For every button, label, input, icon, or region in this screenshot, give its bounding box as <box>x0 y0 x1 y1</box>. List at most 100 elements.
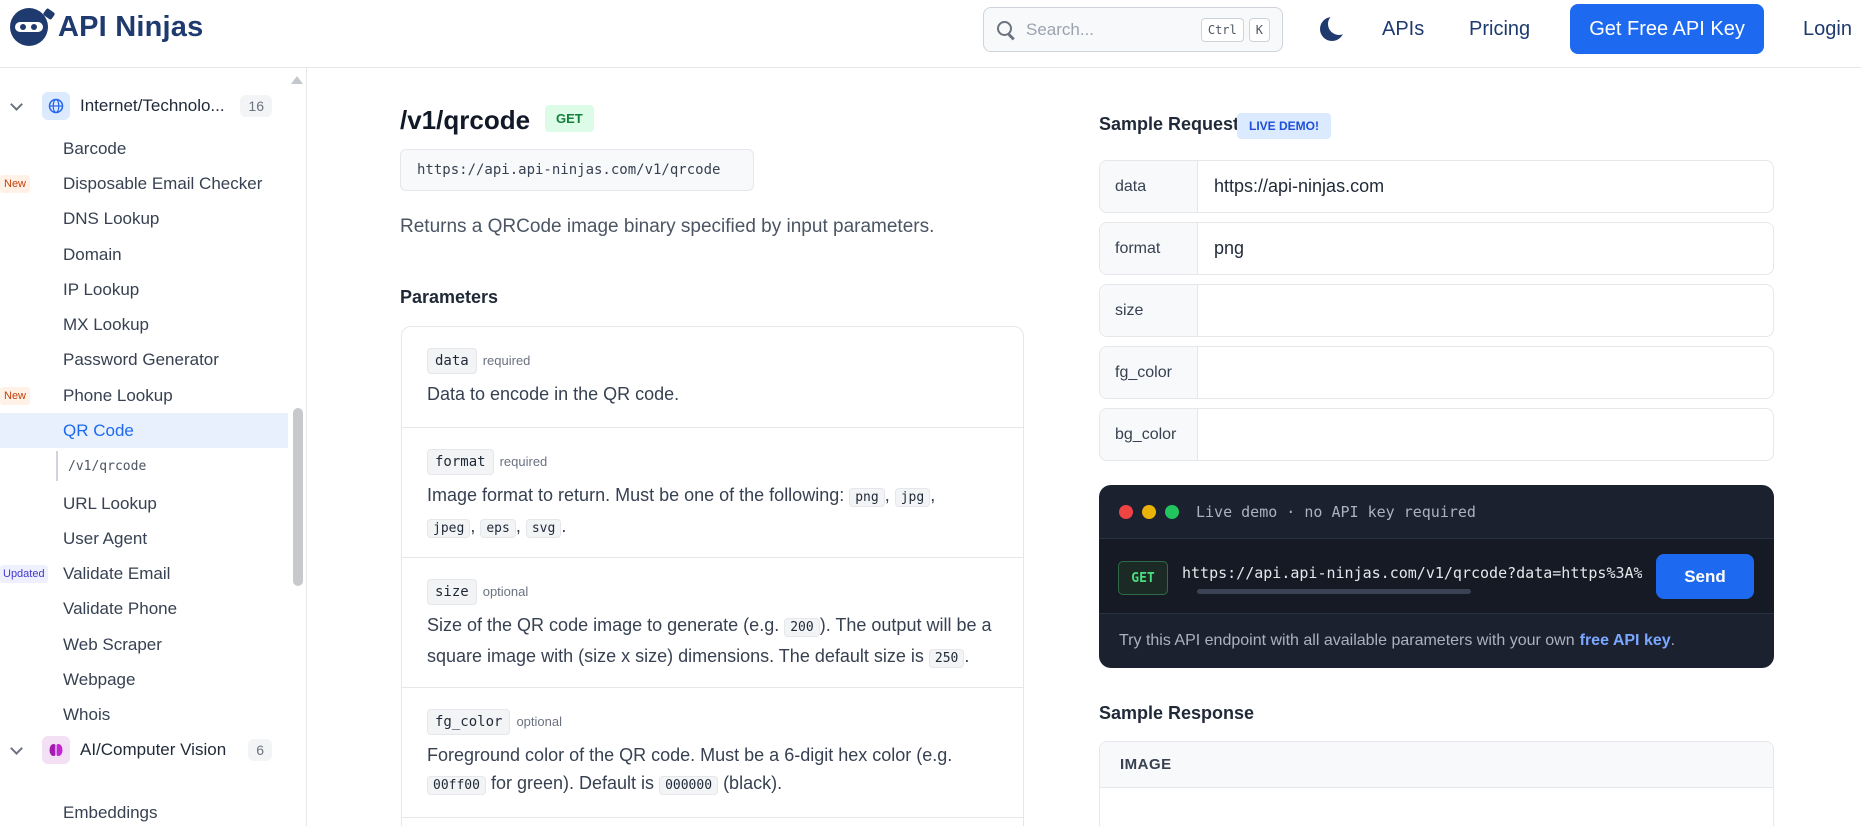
param-data: data required Data to encode in the QR co… <box>402 327 1023 428</box>
code-eps: eps <box>480 519 516 538</box>
chevron-down-icon <box>10 744 22 756</box>
field-bg-color-input[interactable] <box>1198 409 1773 460</box>
sidebar-item-domain[interactable]: Domain <box>0 240 288 270</box>
sidebar-item-barcode[interactable]: Barcode <box>0 134 288 164</box>
sidebar-item-embeddings[interactable]: Embeddings <box>0 798 288 826</box>
demo-method-badge: GET <box>1118 561 1168 595</box>
login-link[interactable]: Login <box>1803 18 1852 41</box>
parameters-heading: Parameters <box>400 287 499 307</box>
sidebar-item-label: DNS Lookup <box>63 209 160 228</box>
param-requirement: optional <box>516 714 562 729</box>
param-name: size <box>427 579 477 605</box>
field-fg-color[interactable]: fg_color <box>1099 346 1774 399</box>
sidebar-item-user-agent[interactable]: User Agent <box>0 524 288 554</box>
demo-titlebar: Live demo · no API key required <box>1099 485 1774 539</box>
live-demo-panel: Live demo · no API key required GET http… <box>1099 485 1774 668</box>
new-badge: New <box>0 387 31 405</box>
demo-hint-text: Try this API endpoint with all available… <box>1119 632 1575 649</box>
nav-pricing[interactable]: Pricing <box>1469 18 1530 41</box>
param-desc-text: (black). <box>723 773 783 793</box>
dark-mode-toggle-icon[interactable] <box>1320 13 1350 41</box>
code-size-default: 250 <box>928 649 965 668</box>
sidebar-item-validate-email[interactable]: Updated Validate Email <box>0 559 288 589</box>
sidebar-scrollbar[interactable] <box>293 408 303 586</box>
sidebar-item-label: IP Lookup <box>63 280 140 299</box>
param-desc-text: . <box>964 646 970 666</box>
sidebar-item-label: Webpage <box>63 670 136 689</box>
sidebar-item-dns-lookup[interactable]: DNS Lookup <box>0 204 288 234</box>
sidebar-item-label: Domain <box>63 245 122 264</box>
param-desc-text: ). The output will be a <box>819 615 992 635</box>
demo-request-row: GET https://api.api-ninjas.com/v1/qrcode… <box>1099 539 1774 614</box>
sidebar-item-label: User Agent <box>63 529 148 548</box>
sidebar-subitem-qrcode-endpoint[interactable]: /v1/qrcode <box>56 451 288 481</box>
sidebar-item-phone-lookup[interactable]: New Phone Lookup <box>0 381 288 411</box>
category-ai-computer-vision[interactable]: AI/Computer Vision 6 <box>0 732 290 768</box>
shortcut-k: K <box>1248 17 1270 42</box>
param-name: data <box>427 348 477 374</box>
demo-url-scrollbar[interactable] <box>1197 589 1471 594</box>
sidebar-item-mx-lookup[interactable]: MX Lookup <box>0 310 288 340</box>
category-label: AI/Computer Vision <box>80 740 227 759</box>
logo[interactable]: API Ninjas <box>10 7 204 46</box>
sidebar-item-whois[interactable]: Whois <box>0 700 288 730</box>
param-desc-text: Image format to return. Must be one of t… <box>427 485 845 505</box>
field-data-input[interactable]: https://api-ninjas.com <box>1198 161 1773 212</box>
field-format-input[interactable]: png <box>1198 223 1773 274</box>
sidebar-item-label: Barcode <box>63 139 127 158</box>
sidebar-item-ip-lookup[interactable]: IP Lookup <box>0 275 288 305</box>
param-description: Data to encode in the QR code. <box>427 384 680 404</box>
code-jpeg: jpeg <box>427 519 471 538</box>
sidebar-item-label: Whois <box>63 705 111 724</box>
sidebar-item-url-lookup[interactable]: URL Lookup <box>0 489 288 519</box>
logo-text: API Ninjas <box>58 10 204 43</box>
sidebar-item-label: Web Scraper <box>63 635 162 654</box>
category-internet-technology[interactable]: Internet/Technolo... 16 <box>0 88 290 124</box>
sidebar-item-label: QR Code <box>63 420 134 440</box>
param-desc-text: Foreground color of the QR code. Must be… <box>427 745 953 765</box>
live-demo-badge: LIVE DEMO! <box>1237 113 1332 139</box>
field-label: fg_color <box>1100 347 1198 398</box>
response-type-header: IMAGE <box>1100 742 1773 788</box>
send-button[interactable]: Send <box>1656 554 1754 599</box>
sidebar-item-webpage[interactable]: Webpage <box>0 665 288 695</box>
field-format[interactable]: format png <box>1099 222 1774 275</box>
sidebar-item-label: Validate Phone <box>63 599 178 618</box>
sample-response-box: IMAGE <box>1099 741 1774 826</box>
search-input[interactable]: Search... Ctrl K <box>983 7 1283 52</box>
free-api-key-link[interactable]: free API key <box>1580 632 1671 650</box>
param-requirement: required <box>499 454 548 469</box>
sidebar-item-qr-code[interactable]: QR Code <box>0 413 288 448</box>
field-bg-color[interactable]: bg_color <box>1099 408 1774 461</box>
nav-apis[interactable]: APIs <box>1382 18 1424 41</box>
demo-hint-period: . <box>1670 632 1676 649</box>
globe-icon <box>42 92 70 120</box>
sidebar-item-label: Disposable Email Checker <box>63 174 263 193</box>
brain-icon <box>42 736 70 764</box>
sidebar-item-label: Embeddings <box>63 803 158 822</box>
get-free-api-key-button[interactable]: Get Free API Key <box>1570 4 1764 54</box>
sidebar-item-password-generator[interactable]: Password Generator <box>0 345 288 375</box>
endpoint-url: https://api.api-ninjas.com/v1/qrcode <box>400 149 754 191</box>
sidebar-item-label: URL Lookup <box>63 494 157 513</box>
param-name: fg_color <box>427 709 511 735</box>
param-format: format required Image format to return. M… <box>402 428 1023 558</box>
shortcut-ctrl: Ctrl <box>1200 17 1244 42</box>
scroll-up-arrow-icon[interactable] <box>291 76 303 84</box>
search-placeholder: Search... <box>1026 19 1095 39</box>
sidebar-item-validate-phone[interactable]: Validate Phone <box>0 594 288 624</box>
field-size[interactable]: size <box>1099 284 1774 337</box>
ninja-logo-icon <box>10 7 56 46</box>
param-description: Size of the QR code image to generate (e… <box>427 611 998 673</box>
param-description: Image format to return. Must be one of t… <box>427 485 936 538</box>
code-svg: svg <box>525 519 562 538</box>
sidebar: Internet/Technolo... 16 Barcode New Dispo… <box>0 68 307 826</box>
field-fg-color-input[interactable] <box>1198 347 1773 398</box>
sidebar-item-disposable-email-checker[interactable]: New Disposable Email Checker <box>0 169 288 199</box>
field-size-input[interactable] <box>1198 285 1773 336</box>
code-fg-example: 00ff00 <box>427 776 486 795</box>
sidebar-item-label: Validate Email <box>63 564 171 583</box>
field-data[interactable]: data https://api-ninjas.com <box>1099 160 1774 213</box>
sidebar-item-web-scraper[interactable]: Web Scraper <box>0 630 288 660</box>
demo-url[interactable]: https://api.api-ninjas.com/v1/qrcode?dat… <box>1182 564 1642 582</box>
